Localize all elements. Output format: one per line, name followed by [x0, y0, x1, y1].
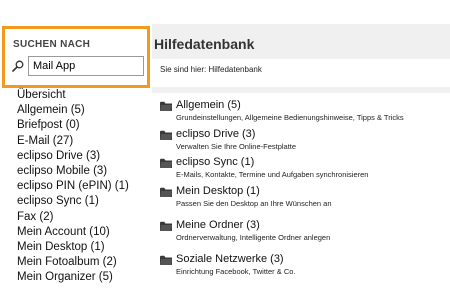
sidebar-item-mein-fotoalbum[interactable]: Mein Fotoalbum (2) [17, 255, 129, 270]
sidebar-item-mein-desktop[interactable]: Mein Desktop (1) [17, 240, 129, 255]
folder-icon [160, 158, 172, 168]
top-bar [0, 0, 450, 24]
category-description: E-Mails, Kontakte, Termine und Aufgaben … [176, 170, 369, 179]
sidebar-item-mein-account[interactable]: Mein Account (10) [17, 225, 129, 240]
category-title[interactable]: Mein Desktop (1) [176, 185, 260, 197]
sidebar-item-fax[interactable]: Fax (2) [17, 210, 129, 225]
category-nav: Übersicht Allgemein (5) Briefpost (0) E-… [17, 88, 129, 285]
category-link[interactable]: Allgemein (5) [160, 99, 448, 112]
search-box: SUCHEN NACH [2, 26, 150, 88]
page-title: Hilfedatenbank [154, 36, 255, 52]
sidebar-item-allgemein[interactable]: Allgemein (5) [17, 103, 129, 118]
category-item: eclipso Sync (1) E-Mails, Kontakte, Term… [160, 156, 448, 179]
category-description: Verwalten Sie Ihre Online-Festplatte [176, 142, 297, 151]
category-panel: Allgemein (5) Grundeinstellungen, Allgem… [152, 93, 450, 294]
breadcrumb-panel: Sie sind hier: Hilfedatenbank [152, 59, 450, 87]
category-description: Grundeinstellungen, Allgemeine Bedienung… [176, 113, 404, 122]
category-title[interactable]: Allgemein (5) [176, 99, 241, 111]
folder-icon [160, 187, 172, 197]
search-title: SUCHEN NACH [13, 39, 91, 50]
category-item: Meine Ordner (3) Ordnerverwaltung, Intel… [160, 219, 448, 242]
category-link[interactable]: Mein Desktop (1) [160, 185, 448, 198]
category-title[interactable]: Soziale Netzwerke (3) [176, 253, 284, 265]
sidebar-item-briefpost[interactable]: Briefpost (0) [17, 118, 129, 133]
sidebar-item-eclipso-pin[interactable]: eclipso PIN (ePIN) (1) [17, 179, 129, 194]
category-description: Passen Sie den Desktop an Ihre Wünschen … [176, 199, 332, 208]
category-item: Mein Desktop (1) Passen Sie den Desktop … [160, 185, 448, 208]
category-title[interactable]: eclipso Sync (1) [176, 156, 254, 168]
sidebar: SUCHEN NACH Übersicht Allgemein (5) Brie… [0, 24, 152, 294]
category-item: Allgemein (5) Grundeinstellungen, Allgem… [160, 99, 448, 122]
folder-icon [160, 255, 172, 265]
sidebar-item-eclipso-mobile[interactable]: eclipso Mobile (3) [17, 164, 129, 179]
sidebar-item-overview[interactable]: Übersicht [17, 88, 129, 103]
sidebar-item-eclipso-sync[interactable]: eclipso Sync (1) [17, 194, 129, 209]
category-description: Einrichtung Facebook, Twitter & Co. [176, 267, 296, 276]
search-row [10, 56, 144, 76]
category-item: eclipso Drive (3) Verwalten Sie Ihre Onl… [160, 128, 448, 151]
folder-icon [160, 221, 172, 231]
sidebar-item-eclipso-drive[interactable]: eclipso Drive (3) [17, 149, 129, 164]
category-link[interactable]: eclipso Sync (1) [160, 156, 448, 169]
breadcrumb: Sie sind hier: Hilfedatenbank [160, 65, 262, 74]
category-link[interactable]: Meine Ordner (3) [160, 219, 448, 232]
main-content: Hilfedatenbank Sie sind hier: Hilfedaten… [152, 24, 450, 294]
search-icon[interactable] [12, 60, 24, 72]
category-link[interactable]: Soziale Netzwerke (3) [160, 253, 448, 266]
sidebar-item-mein-organizer[interactable]: Mein Organizer (5) [17, 270, 129, 285]
category-title[interactable]: Meine Ordner (3) [176, 219, 260, 231]
search-input[interactable] [28, 56, 144, 76]
category-description: Ordnerverwaltung, Intelligente Ordner an… [176, 233, 331, 242]
category-title[interactable]: eclipso Drive (3) [176, 128, 255, 140]
category-item: Soziale Netzwerke (3) Einrichtung Facebo… [160, 253, 448, 276]
folder-icon [160, 101, 172, 111]
sidebar-item-email[interactable]: E-Mail (27) [17, 134, 129, 149]
folder-icon [160, 130, 172, 140]
category-link[interactable]: eclipso Drive (3) [160, 128, 448, 141]
